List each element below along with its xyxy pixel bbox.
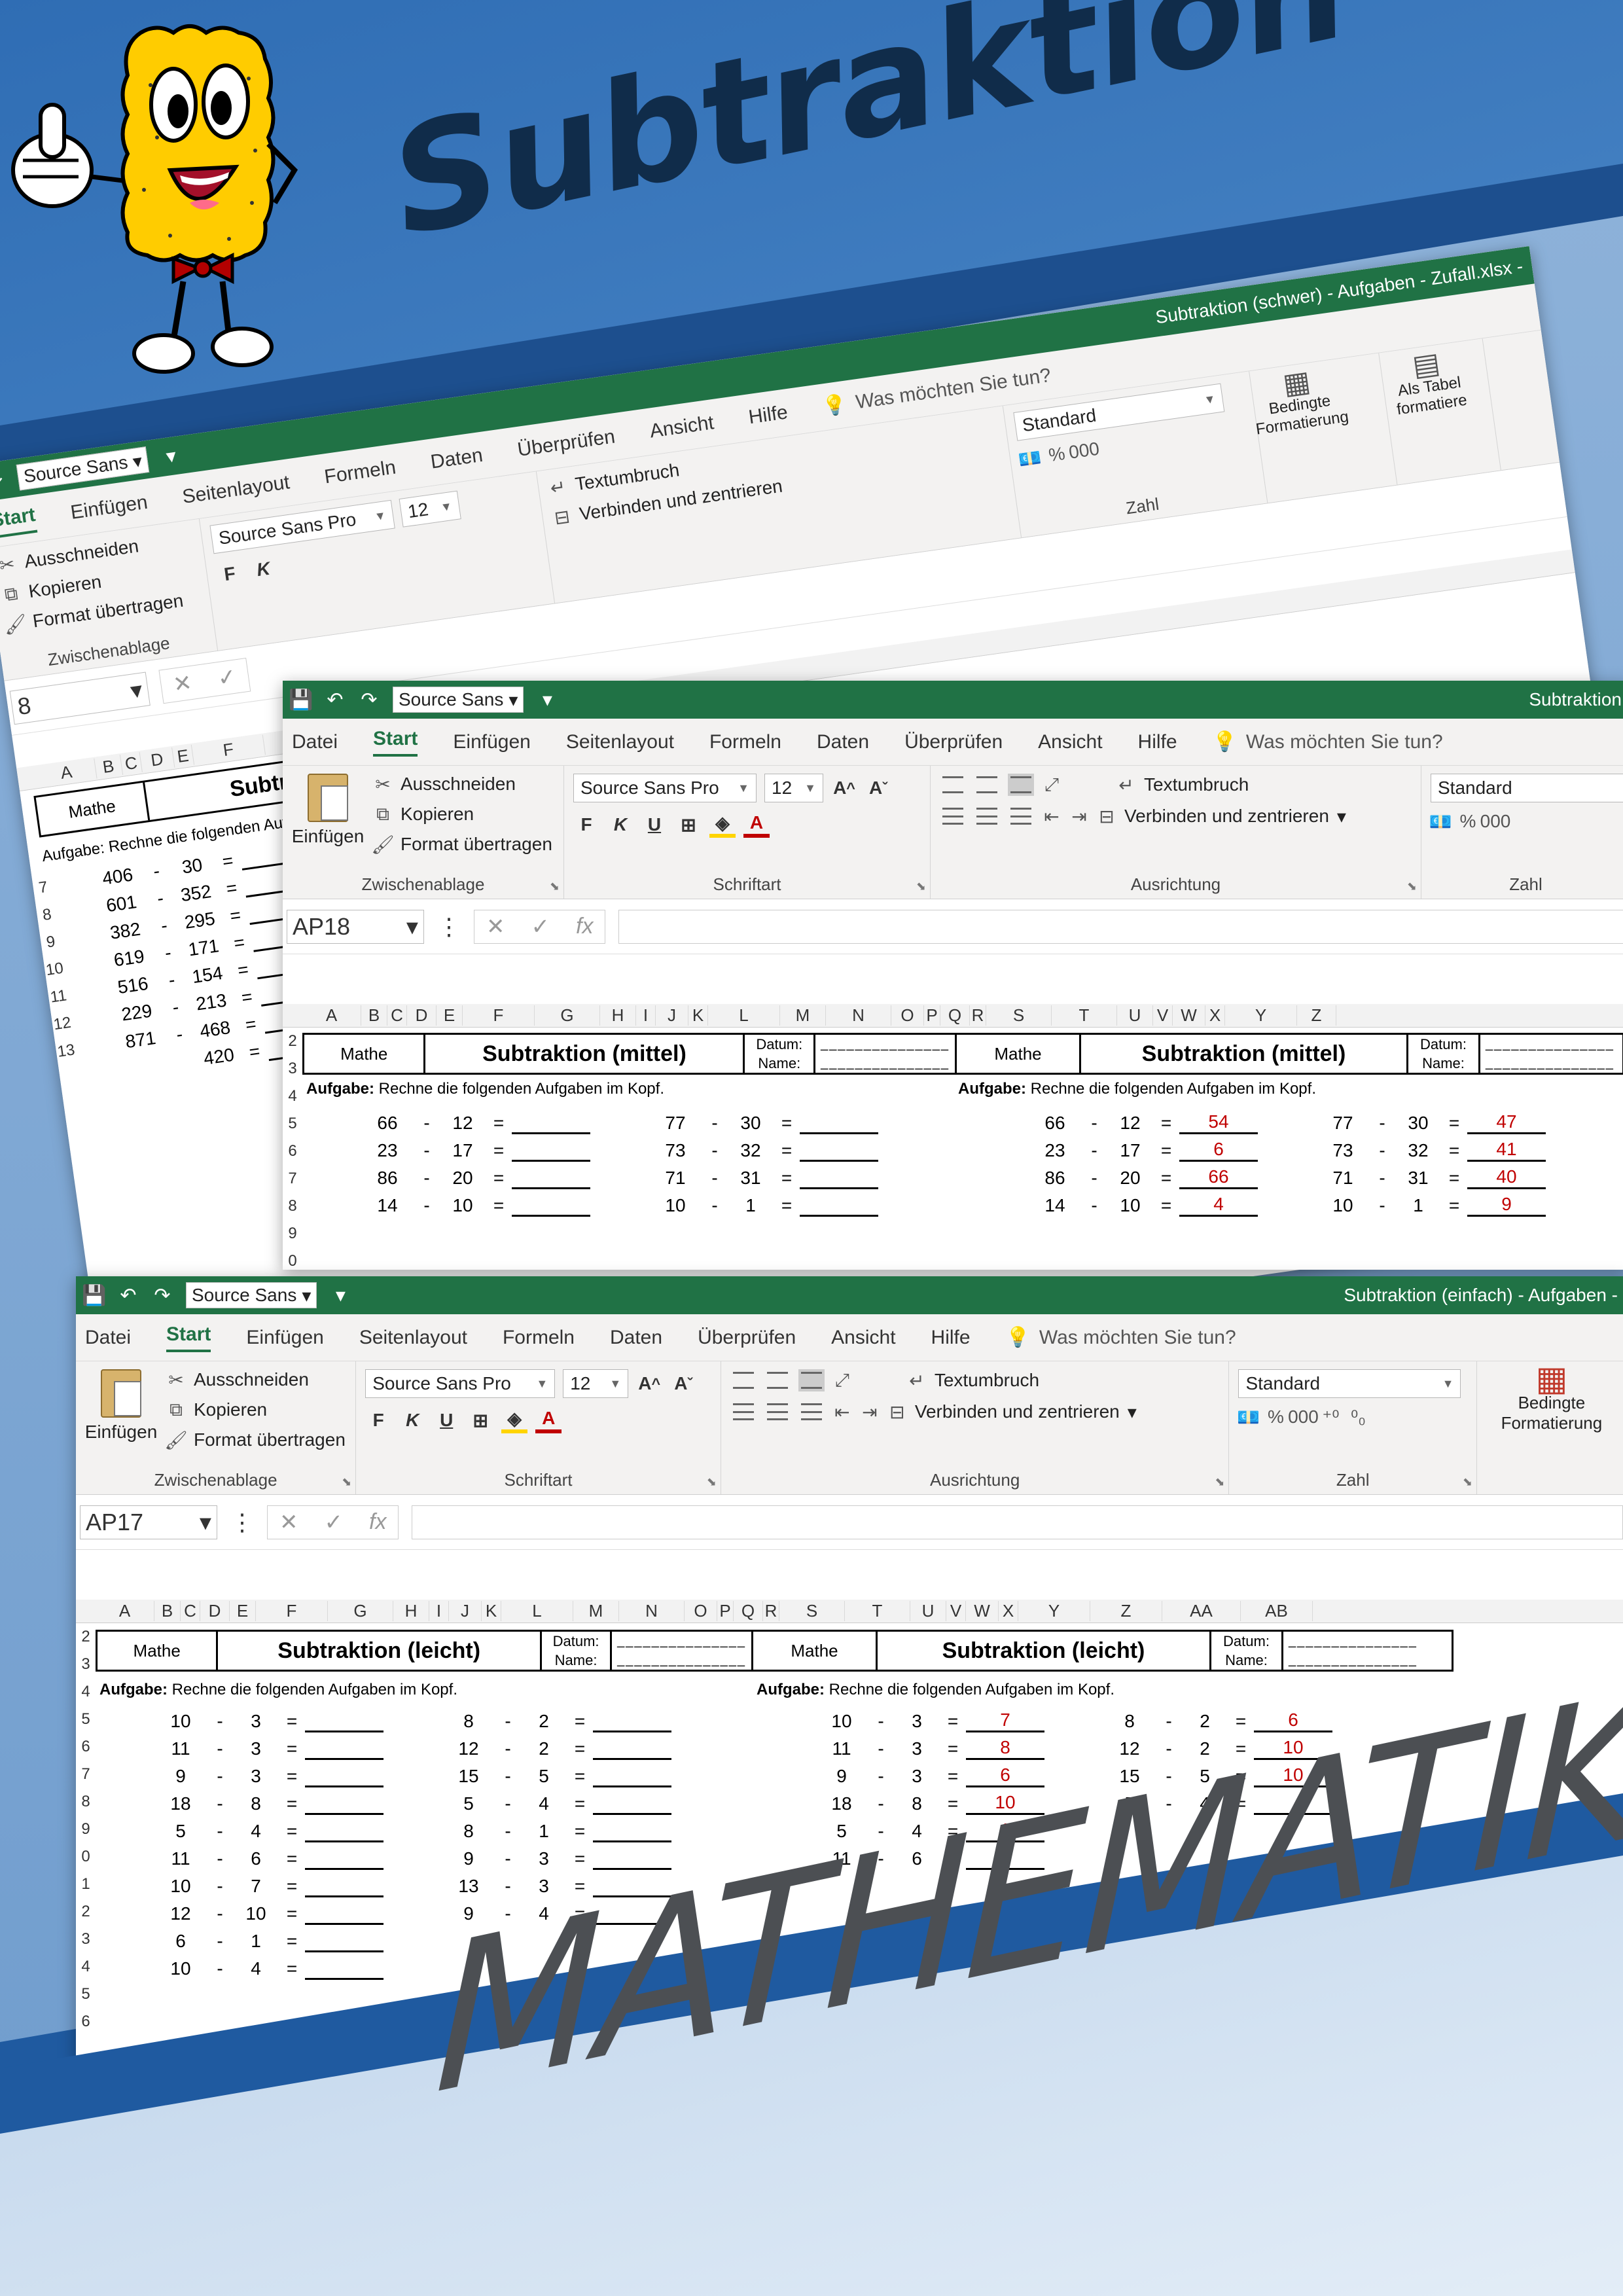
poster-foreground-band [0,1793,1623,2296]
